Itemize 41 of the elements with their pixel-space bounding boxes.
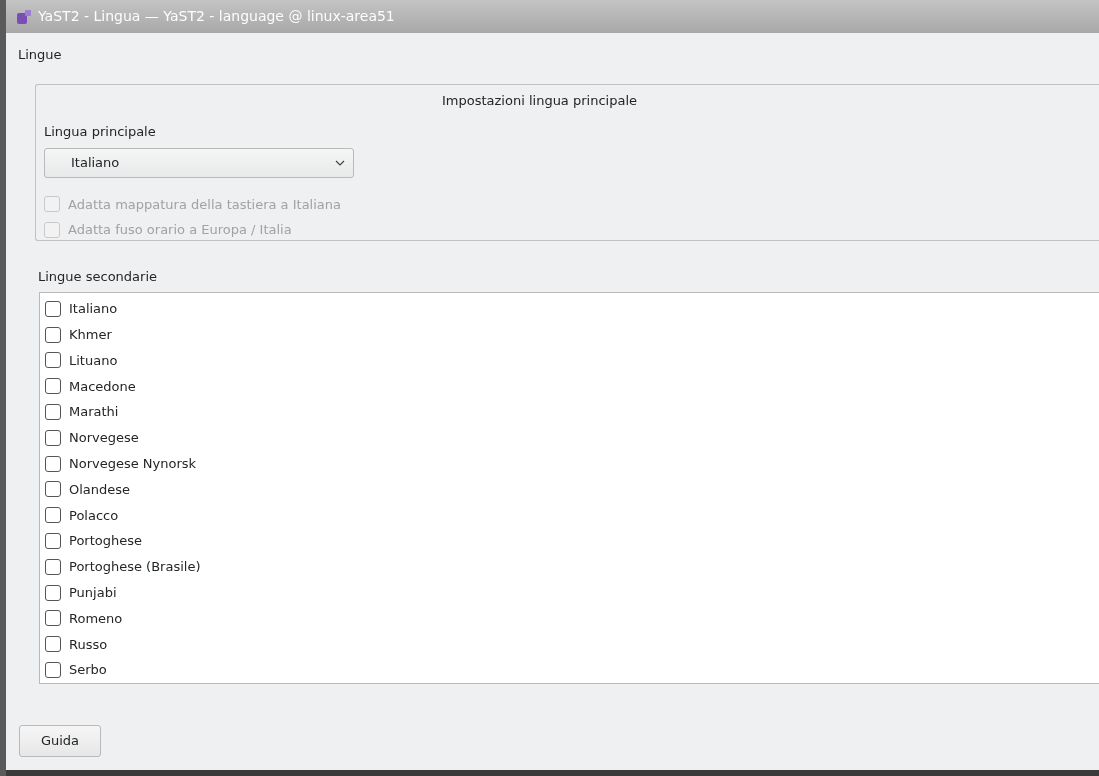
checkbox-label: Adatta mappatura della tastiera a Italiana [68,195,341,214]
checkbox[interactable] [45,636,61,653]
list-item[interactable]: Polacco [45,502,1099,529]
checkbox[interactable] [45,404,61,421]
language-dropdown[interactable]: Italiano [44,147,354,178]
field-label: Lingua principale [44,123,156,141]
checkbox[interactable] [45,300,61,317]
checkbox[interactable] [45,610,61,627]
field-label: Lingue secondarie [38,267,157,286]
checkbox[interactable] [45,326,61,343]
list-item[interactable]: Romeno [45,605,1099,632]
list-item[interactable]: Norvegese [45,425,1099,451]
checkbox[interactable] [45,558,61,575]
checkbox[interactable] [45,455,61,472]
window-title: YaST2 - Lingua — YaST2 - language @ linux-area51 [38,7,395,26]
checkbox[interactable] [45,481,61,498]
list-item[interactable]: Macedone [45,373,1099,400]
checkbox-label: Adatta fuso orario a Europa / Italia [68,221,292,239]
list-item[interactable]: Portoghese [45,528,1099,554]
checkbox[interactable] [45,352,61,369]
checkbox[interactable] [45,662,61,679]
checkbox[interactable] [45,378,61,395]
list-item[interactable]: Norvegese Nynorsk [45,450,1099,477]
list-item[interactable]: Portoghese (Brasile) [45,553,1099,580]
checkbox[interactable] [45,584,61,601]
group-title: Impostazioni lingua principale [442,91,637,110]
list-item[interactable]: Marathi [45,399,1099,425]
list-item[interactable]: Olandese [45,476,1099,503]
list-item[interactable]: Italiano [45,296,1099,322]
app-icon [16,8,32,25]
chevron-down-icon [335,159,345,166]
list-item[interactable]: Punjabi [45,579,1099,606]
list-item[interactable]: Khmer [45,321,1099,348]
checkbox[interactable] [45,507,61,524]
checkbox[interactable] [45,429,61,446]
list-item[interactable]: Serbo [45,657,1099,683]
list-item[interactable]: Lituano [45,347,1099,374]
checkbox[interactable] [45,533,61,550]
page-heading: Lingue [18,46,62,64]
help-button[interactable]: Guida [19,725,101,757]
list-item[interactable]: Russo [45,631,1099,658]
